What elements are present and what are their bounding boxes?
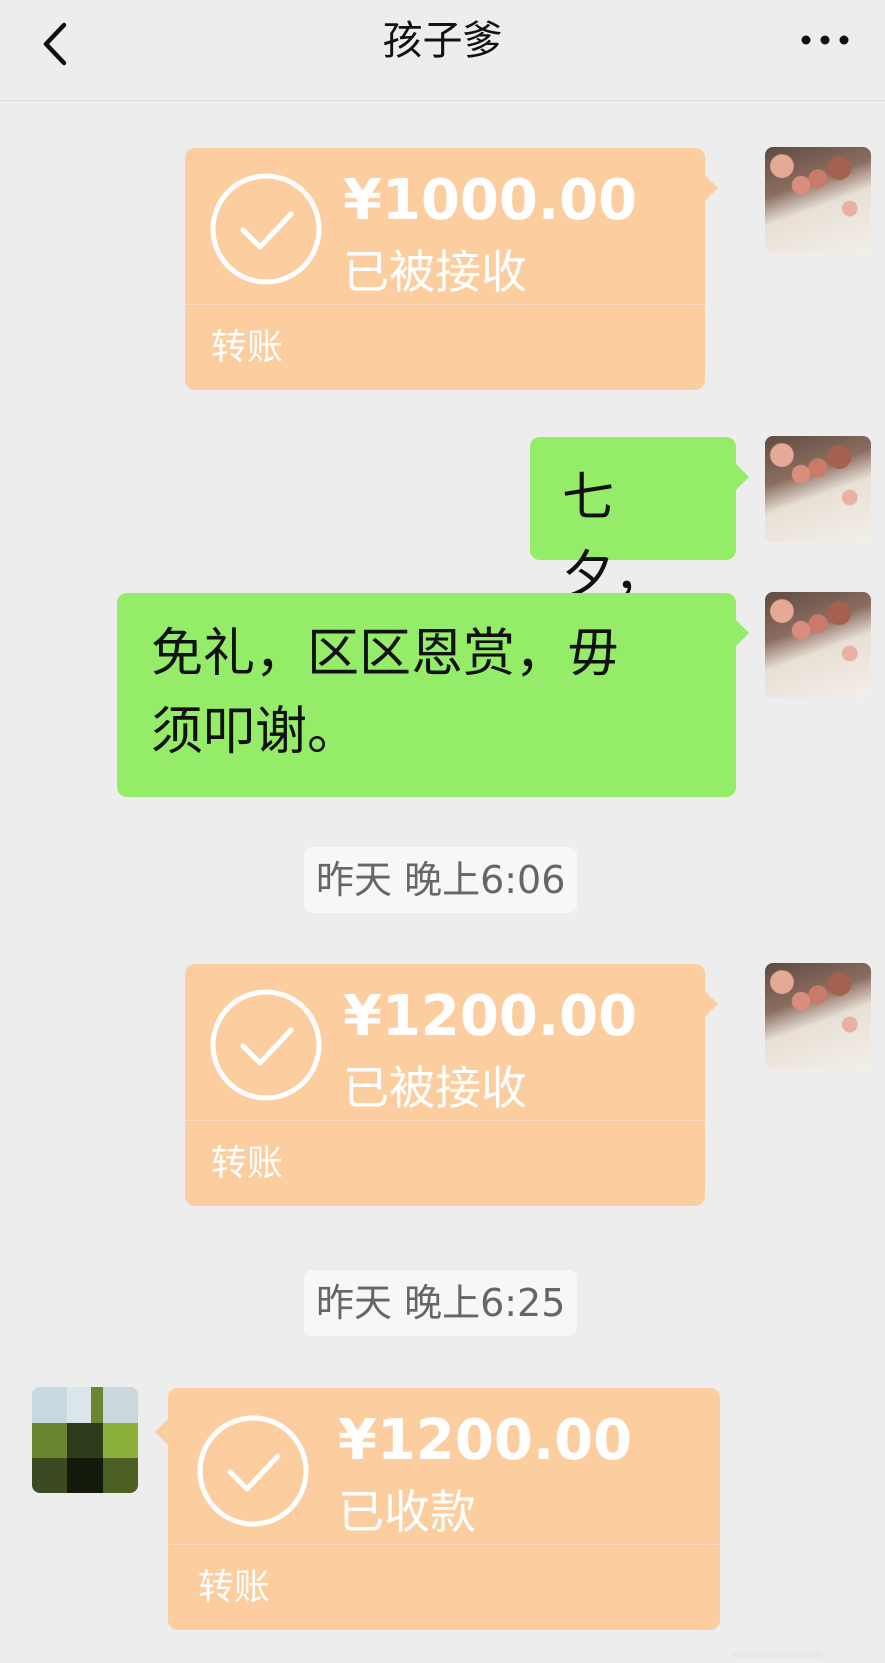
transfer-divider <box>168 1544 720 1545</box>
transfer-message[interactable]: ¥1200.00 已被接收 转账 <box>185 964 718 1206</box>
transfer-amount: ¥1200.00 <box>343 984 638 1049</box>
my-avatar[interactable] <box>765 436 871 542</box>
contact-avatar[interactable] <box>32 1387 138 1493</box>
check-circle-icon <box>197 1415 309 1527</box>
transfer-amount: ¥1200.00 <box>338 1408 633 1473</box>
more-dots-icon <box>801 35 849 45</box>
bubble-tail <box>704 990 718 1018</box>
bubble-tail <box>735 619 749 647</box>
bubble-tail <box>704 174 718 202</box>
check-circle-icon <box>210 989 322 1101</box>
home-indicator <box>732 1652 822 1658</box>
transfer-type-label: 转账 <box>211 327 284 368</box>
message-text: 七夕， <box>562 468 667 606</box>
bubble-tail <box>735 463 749 491</box>
transfer-amount: ¥1000.00 <box>343 168 638 233</box>
message-text-line: 须叩谢。 <box>151 702 360 762</box>
transfer-status: 已被接收 <box>343 245 527 299</box>
transfer-type-label: 转账 <box>211 1143 284 1184</box>
more-button[interactable] <box>795 20 855 60</box>
timestamp: 昨天 晚上6:06 <box>304 847 578 913</box>
timestamp: 昨天 晚上6:25 <box>304 1270 578 1336</box>
transfer-divider <box>185 1120 705 1121</box>
message-text-line: 免礼，区区恩赏，毋 <box>151 624 620 684</box>
text-message[interactable]: 七夕， <box>530 437 749 606</box>
transfer-status: 已收款 <box>338 1485 476 1539</box>
chat-title: 孩子爹 <box>382 18 503 64</box>
check-circle-icon <box>210 173 322 285</box>
transfer-divider <box>185 304 705 305</box>
text-message[interactable]: 免礼，区区恩赏，毋 须叩谢。 <box>117 593 749 797</box>
chat-header: 孩子爹 <box>0 0 885 101</box>
my-avatar[interactable] <box>765 963 871 1069</box>
transfer-message[interactable]: ¥1000.00 已被接收 转账 <box>185 148 718 390</box>
bubble-tail <box>155 1418 169 1446</box>
transfer-status: 已被接收 <box>343 1061 527 1115</box>
transfer-type-label: 转账 <box>198 1567 271 1608</box>
my-avatar[interactable] <box>765 592 871 698</box>
my-avatar[interactable] <box>765 147 871 253</box>
transfer-message[interactable]: ¥1200.00 已收款 转账 <box>155 1388 720 1630</box>
